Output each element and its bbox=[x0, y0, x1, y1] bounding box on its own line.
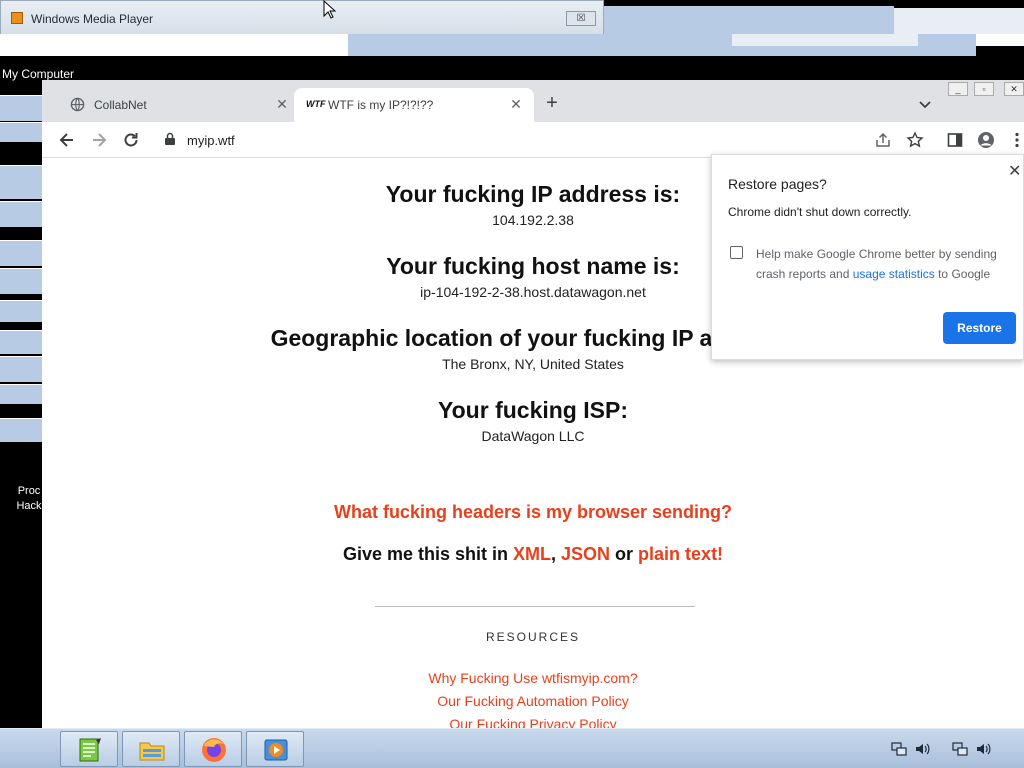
formats-or: or bbox=[610, 544, 639, 564]
taskbar-explorer-button[interactable] bbox=[122, 731, 180, 767]
reload-icon[interactable] bbox=[121, 130, 141, 150]
divider bbox=[375, 606, 695, 607]
minimize-button[interactable]: _ bbox=[948, 82, 968, 96]
wtf-logo-icon: WTF bbox=[306, 99, 326, 109]
forward-arrow-icon[interactable] bbox=[89, 130, 109, 150]
network-icon[interactable] bbox=[891, 741, 907, 757]
tab-strip: CollabNet ✕ WTF WTF is my IP?!?!?? ✕ + _… bbox=[42, 80, 1024, 122]
resource-link-automation[interactable]: Our Fucking Automation Policy bbox=[42, 693, 1024, 709]
media-player-icon bbox=[264, 739, 288, 761]
tab-title: WTF is my IP?!?!?? bbox=[328, 98, 434, 112]
taskbar bbox=[0, 728, 1024, 768]
wmp-close-button[interactable]: ☒ bbox=[566, 11, 596, 26]
taskbar-media-player-button[interactable] bbox=[246, 731, 304, 767]
dialog-title: Restore pages? bbox=[728, 176, 827, 192]
usage-statistics-link[interactable]: usage statistics bbox=[853, 267, 935, 281]
menu-dots-icon[interactable] bbox=[1008, 131, 1024, 149]
network-icon[interactable] bbox=[952, 741, 968, 757]
volume-icon[interactable] bbox=[975, 741, 991, 757]
artifact-block bbox=[0, 418, 42, 442]
restore-pages-dialog: ✕ Restore pages? Chrome didn't shut down… bbox=[711, 154, 1024, 360]
formats-prefix: Give me this shit in bbox=[342, 544, 513, 564]
new-tab-button[interactable]: + bbox=[542, 93, 562, 114]
back-arrow-icon[interactable] bbox=[57, 130, 77, 150]
dialog-message: Chrome didn't shut down correctly. bbox=[728, 205, 912, 219]
side-panel-icon[interactable] bbox=[946, 131, 964, 149]
artifact-block bbox=[0, 201, 42, 227]
notepad-icon bbox=[79, 738, 101, 762]
glitch-artifact bbox=[976, 34, 1024, 46]
artifact-block bbox=[0, 384, 42, 404]
desktop-shortcut-label[interactable]: Proc Hack bbox=[14, 484, 44, 514]
artifact-block bbox=[0, 240, 42, 266]
artifact-block bbox=[0, 300, 42, 322]
resource-link-why[interactable]: Why Fucking Use wtfismyip.com? bbox=[42, 670, 1024, 686]
address-bar[interactable]: myip.wtf bbox=[187, 133, 235, 148]
help-text-end: to Google bbox=[934, 267, 991, 281]
tab-close-button[interactable]: ✕ bbox=[508, 96, 524, 112]
xml-link[interactable]: XML bbox=[513, 544, 551, 564]
resource-link-privacy[interactable]: Our Fucking Privacy Policy bbox=[42, 716, 1024, 728]
resources-heading: RESOURCES bbox=[485, 630, 580, 644]
isp-section: Your fucking ISP: DataWagon LLC bbox=[42, 397, 1024, 444]
restore-button[interactable]: Restore bbox=[943, 312, 1016, 344]
bookmark-star-icon[interactable] bbox=[906, 131, 924, 149]
shortcut-label-line: Proc bbox=[17, 485, 41, 497]
format-links: Give me this shit in XML, JSON or plain … bbox=[42, 544, 1024, 565]
wmp-title: Windows Media Player bbox=[31, 12, 154, 26]
plain-text-link[interactable]: plain text! bbox=[638, 544, 723, 564]
shortcut-label-line: Hack bbox=[16, 500, 42, 512]
tab-collabnet[interactable]: CollabNet ✕ bbox=[48, 88, 294, 122]
artifact-block bbox=[0, 268, 42, 294]
glitch-artifact bbox=[732, 34, 918, 46]
taskbar-notepad-button[interactable] bbox=[60, 731, 118, 767]
artifact-block bbox=[0, 356, 42, 382]
my-computer-label[interactable]: My Computer bbox=[2, 67, 74, 81]
artifact-block bbox=[0, 165, 42, 199]
isp-heading: Your fucking ISP: bbox=[438, 397, 628, 423]
maximize-button[interactable]: ▫ bbox=[974, 82, 994, 96]
firefox-icon bbox=[202, 738, 226, 762]
formats-comma: , bbox=[550, 544, 561, 564]
tab-search-icon[interactable] bbox=[917, 96, 933, 112]
window-close-button[interactable]: ✕ bbox=[1004, 82, 1024, 96]
browser-toolbar: myip.wtf bbox=[42, 122, 1024, 158]
dialog-close-button[interactable]: ✕ bbox=[1008, 161, 1021, 181]
json-link[interactable]: JSON bbox=[561, 544, 610, 564]
isp-value: DataWagon LLC bbox=[481, 428, 585, 444]
taskbar-firefox-button[interactable] bbox=[184, 731, 242, 767]
tab-wtf[interactable]: WTF WTF is my IP?!?!?? ✕ bbox=[294, 88, 534, 122]
profile-icon[interactable] bbox=[977, 131, 995, 149]
artifact-block bbox=[0, 95, 42, 121]
share-icon[interactable] bbox=[874, 131, 892, 149]
folder-icon bbox=[139, 742, 165, 761]
chrome-window: CollabNet ✕ WTF WTF is my IP?!?!?? ✕ + _… bbox=[42, 80, 1024, 728]
artifact-block bbox=[0, 122, 42, 142]
headers-link[interactable]: What fucking headers is my browser sendi… bbox=[42, 502, 1024, 523]
tab-title: CollabNet bbox=[94, 98, 147, 112]
lock-icon[interactable] bbox=[164, 132, 176, 146]
glitch-artifact bbox=[604, 6, 894, 34]
mouse-cursor-icon bbox=[323, 0, 337, 19]
crash-report-checkbox[interactable] bbox=[730, 246, 743, 259]
glitch-artifact bbox=[894, 8, 1024, 36]
globe-icon bbox=[70, 97, 85, 112]
volume-icon[interactable] bbox=[914, 741, 930, 757]
wmp-titlebar[interactable]: Windows Media Player ☒ bbox=[0, 0, 604, 34]
media-player-icon bbox=[11, 12, 23, 24]
artifact-block bbox=[0, 330, 42, 354]
tab-close-button[interactable]: ✕ bbox=[274, 96, 290, 112]
crash-report-label: Help make Google Chrome better by sendin… bbox=[756, 244, 1011, 284]
